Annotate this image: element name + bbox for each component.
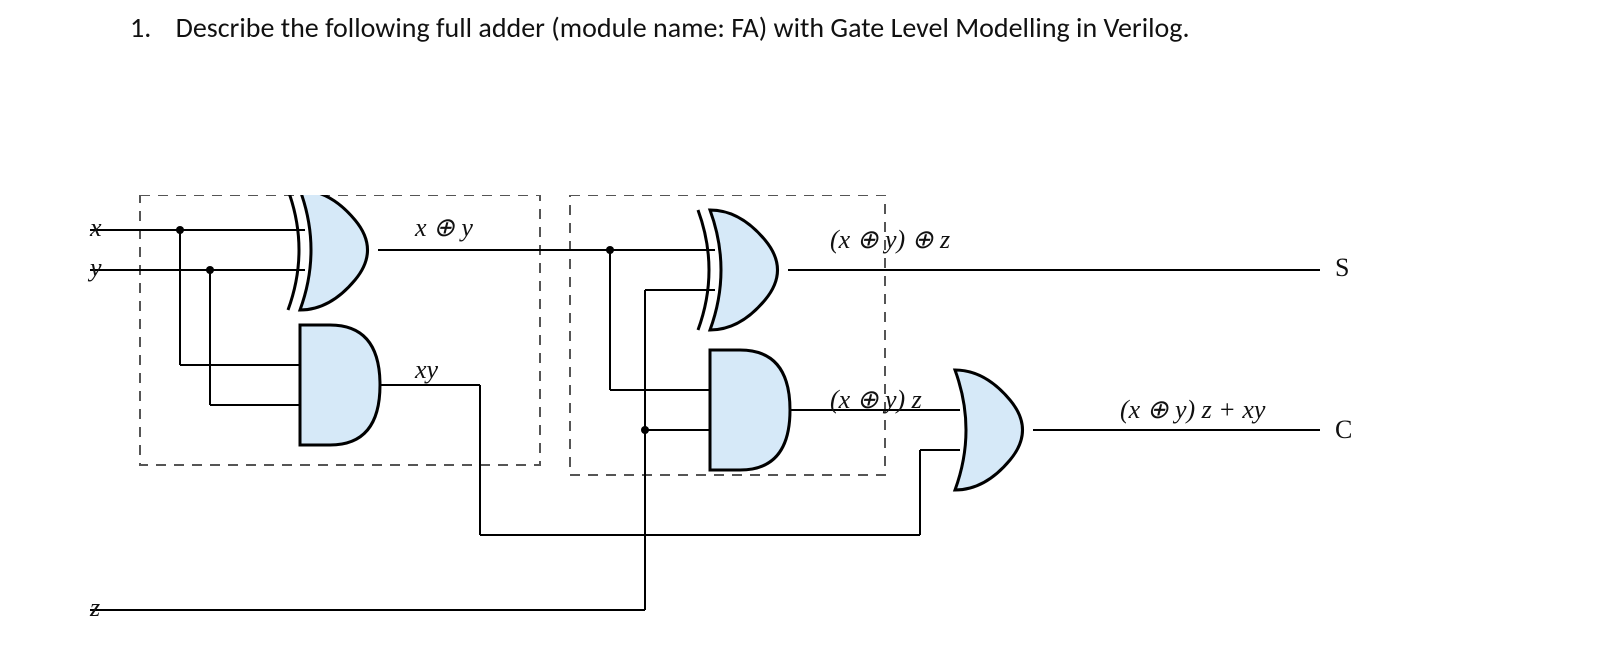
question-row: 1. Describe the following full adder (mo… [130,10,1190,45]
label-and2-out: (x ⊕ y) z [830,385,922,415]
and-gate-2 [710,350,790,470]
label-and1-out: xy [415,355,438,385]
label-c: C [1335,415,1352,445]
label-s: S [1335,253,1349,283]
label-y: y [90,253,102,283]
label-xor2-out: (x ⊕ y) ⊕ z [830,225,950,255]
label-z: z [90,593,100,623]
question-text: Describe the following full adder (modul… [176,10,1190,45]
label-or1-out: (x ⊕ y) z + xy [1120,395,1265,425]
label-xor1-out: x ⊕ y [415,213,473,243]
and-gate-1 [300,325,380,445]
full-adder-diagram: x y z x ⊕ y xy (x ⊕ y) ⊕ z (x ⊕ y) z (x … [90,195,1390,625]
label-x: x [90,213,102,243]
xor-gate-1 [288,195,368,310]
xor-gate-2 [698,210,778,330]
or-gate-1 [955,370,1023,490]
question-number: 1. [130,10,151,45]
